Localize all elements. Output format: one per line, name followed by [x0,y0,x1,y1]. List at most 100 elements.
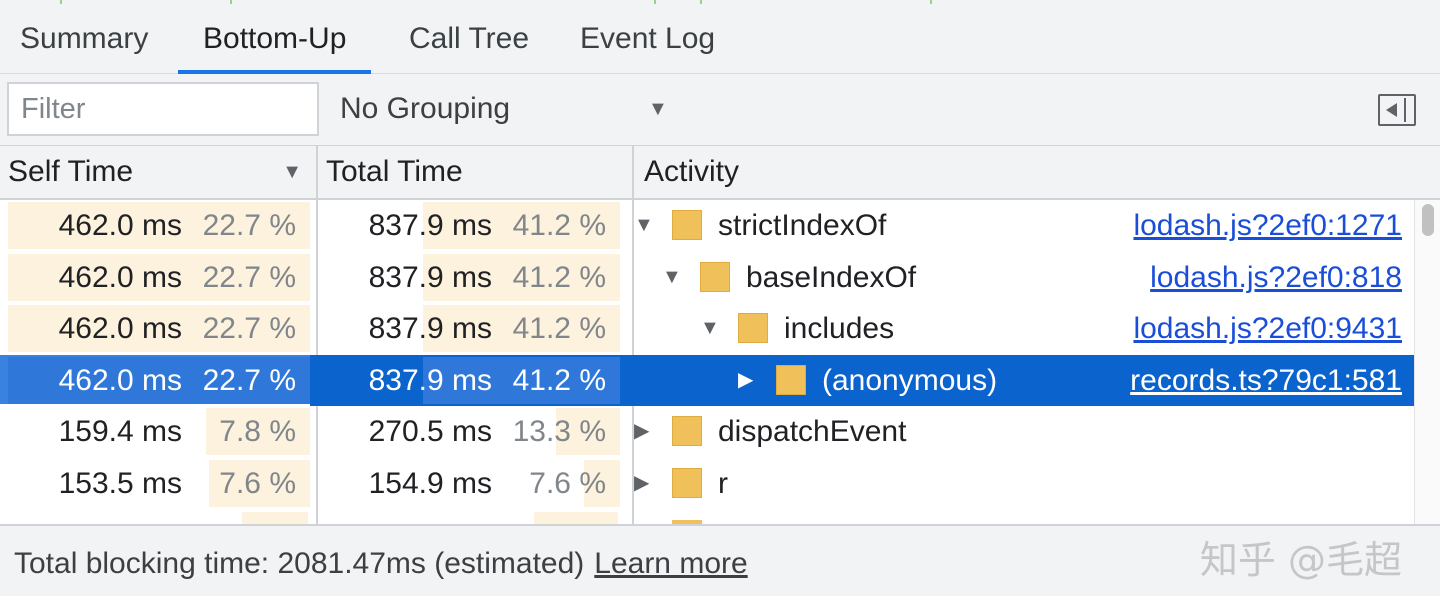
category-color-swatch [738,313,768,343]
table-row[interactable]: 462.0 ms 22.7 % 837.9 ms 41.2 % ▼ baseIndexOf… [0,252,1414,303]
total-time-percent: 41.2 % [512,312,606,345]
self-time-percent: 22.7 % [202,312,296,345]
function-name: r [718,467,728,500]
column-header-self-time[interactable]: Self Time ▼ [0,146,316,198]
watermark: 知乎 @毛超 [1199,538,1402,582]
total-time-value: 837.9 ms [368,261,492,294]
expanded-triangle-icon[interactable]: ▼ [634,200,654,251]
grouping-select[interactable]: No Grouping ▼ [340,82,680,136]
learn-more-link[interactable]: Learn more [594,547,747,580]
source-location-link[interactable]: lodash.js?2ef0:9431 [1133,303,1402,354]
self-time-bar [242,512,308,524]
tab-summary[interactable]: Summary [20,6,148,74]
timeline-tick [60,0,62,4]
self-time-percent: 22.7 % [202,261,296,294]
self-time-value: 462.0 ms [58,261,182,294]
self-time-cell: 462.0 ms 22.7 % [0,355,310,406]
self-time-cell: 153.5 ms 7.6 % [0,458,310,509]
filter-input[interactable] [7,82,319,136]
column-header-total-time[interactable]: Total Time [318,146,632,198]
scrollbar-thumb[interactable] [1422,204,1434,236]
tab-bottom-up[interactable]: Bottom-Up [177,6,372,74]
table-row[interactable]: 159.4 ms 7.8 % 270.5 ms 13.3 % ▶ dispatchEven… [0,406,1414,457]
activity-cell: ▶ dispatchEvent [622,406,1414,457]
self-time-value: 462.0 ms [58,209,182,242]
collapse-arrow-icon [1386,103,1397,117]
function-name: dispatchEvent [718,415,907,448]
column-header-label: Activity [644,155,740,188]
total-time-cell: 837.9 ms 41.2 % [312,252,620,303]
category-color-swatch [776,365,806,395]
total-time-value: 837.9 ms [368,364,492,397]
column-header-activity[interactable]: Activity [636,146,1416,198]
total-time-value: 270.5 ms [368,415,492,448]
column-header-label: Total Time [326,155,463,188]
self-time-percent: 22.7 % [202,209,296,242]
activity-cell: ▼ includes lodash.js?2ef0:9431 [622,303,1414,354]
self-time-value: 462.0 ms [58,364,182,397]
expanded-triangle-icon[interactable]: ▼ [700,303,720,354]
self-time-cell: 462.0 ms 22.7 % [0,303,310,354]
total-time-cell: 270.5 ms 13.3 % [312,406,620,457]
self-time-value: 153.5 ms [58,467,182,500]
timeline-tick [654,0,656,4]
total-time-percent: 41.2 % [512,209,606,242]
status-footer: Total blocking time: 2081.47ms (estimate… [0,524,1440,596]
activity-cell: ▼ baseIndexOf lodash.js?2ef0:818 [622,252,1414,303]
toolbar: No Grouping ▼ [0,74,1440,146]
self-time-cell: 462.0 ms 22.7 % [0,200,310,251]
self-time-value: 159.4 ms [58,415,182,448]
total-blocking-time-text: Total blocking time: 2081.47ms (estimate… [14,547,585,580]
total-time-value: 837.9 ms [368,312,492,345]
self-time-percent: 7.6 % [219,467,296,500]
activity-cell: ▶ r [622,458,1414,509]
toggle-sidebar-icon[interactable] [1378,94,1416,126]
self-time-cell: 462.0 ms 22.7 % [0,252,310,303]
panel-edge-icon [1404,98,1406,122]
source-location-link[interactable]: records.ts?79c1:581 [1130,355,1402,406]
scrollbar[interactable] [1414,200,1440,524]
collapsed-triangle-icon[interactable]: ▶ [634,458,649,509]
tab-event-log[interactable]: Event Log [580,6,715,74]
table-row[interactable]: 462.0 ms 22.7 % 837.9 ms 41.2 % ▶ (anonymous)… [0,355,1414,406]
category-color-swatch [672,210,702,240]
activity-cell: ▶ (anonymous) records.ts?79c1:581 [622,355,1414,406]
total-time-value: 154.9 ms [368,467,492,500]
total-time-cell: 154.9 ms 7.6 % [312,458,620,509]
total-time-cell: 837.9 ms 41.2 % [312,355,620,406]
tab-bar: Summary Bottom-Up Call Tree Event Log [0,6,1440,74]
timeline-tick [700,0,702,4]
table-row-partial[interactable] [0,510,1414,524]
table-row[interactable]: 462.0 ms 22.7 % 837.9 ms 41.2 % ▼ strictIndex… [0,200,1414,251]
total-time-percent: 13.3 % [512,415,606,448]
category-color-swatch [672,468,702,498]
bottom-up-table: 462.0 ms 22.7 % 837.9 ms 41.2 % ▼ strictIndex… [0,200,1440,524]
table-header: Self Time ▼ Total Time Activity [0,146,1440,200]
category-color-swatch [672,416,702,446]
source-location-link[interactable]: lodash.js?2ef0:1271 [1133,200,1402,251]
self-time-cell: 159.4 ms 7.8 % [0,406,310,457]
total-time-cell: 837.9 ms 41.2 % [312,303,620,354]
table-row[interactable]: 153.5 ms 7.6 % 154.9 ms 7.6 % ▶ r [0,458,1414,509]
source-location-link[interactable]: lodash.js?2ef0:818 [1150,252,1402,303]
sort-descending-icon: ▼ [282,161,302,183]
total-time-cell: 837.9 ms 41.2 % [312,200,620,251]
expanded-triangle-icon[interactable]: ▼ [662,252,682,303]
tab-call-tree[interactable]: Call Tree [409,6,529,74]
category-color-swatch [700,262,730,292]
dropdown-caret-icon: ▼ [648,98,668,120]
column-header-label: Self Time [8,155,134,188]
function-name: strictIndexOf [718,209,887,242]
collapsed-triangle-icon[interactable]: ▶ [738,355,753,406]
collapsed-triangle-icon[interactable]: ▶ [634,406,649,457]
total-time-bar [534,512,618,524]
self-time-percent: 7.8 % [219,415,296,448]
total-time-percent: 7.6 % [529,467,606,500]
self-time-percent: 22.7 % [202,364,296,397]
table-row[interactable]: 462.0 ms 22.7 % 837.9 ms 41.2 % ▼ includes lod… [0,303,1414,354]
function-name: (anonymous) [822,364,998,397]
self-time-value: 462.0 ms [58,312,182,345]
function-name: includes [784,312,895,345]
timeline-tick [930,0,932,4]
function-name: baseIndexOf [746,261,917,294]
